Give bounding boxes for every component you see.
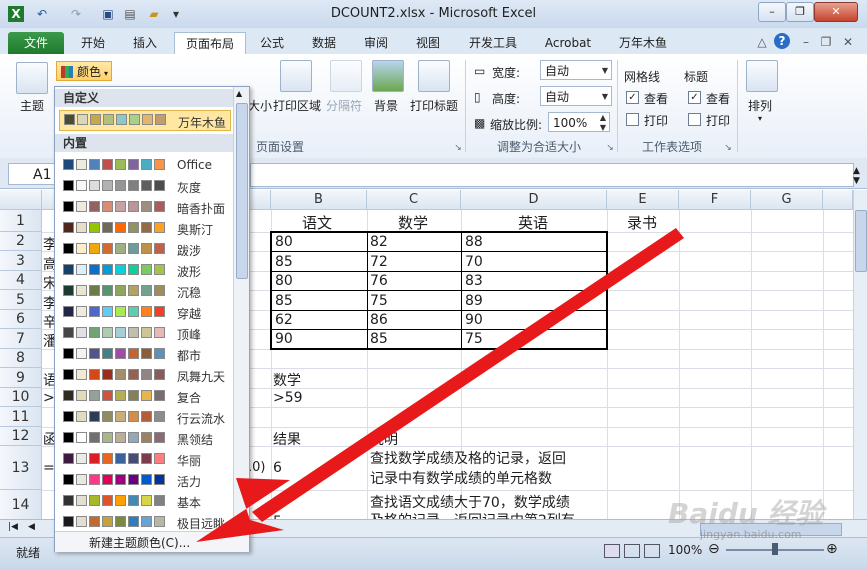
annotation-arrow bbox=[196, 228, 684, 542]
arrow-shaft bbox=[252, 228, 684, 522]
